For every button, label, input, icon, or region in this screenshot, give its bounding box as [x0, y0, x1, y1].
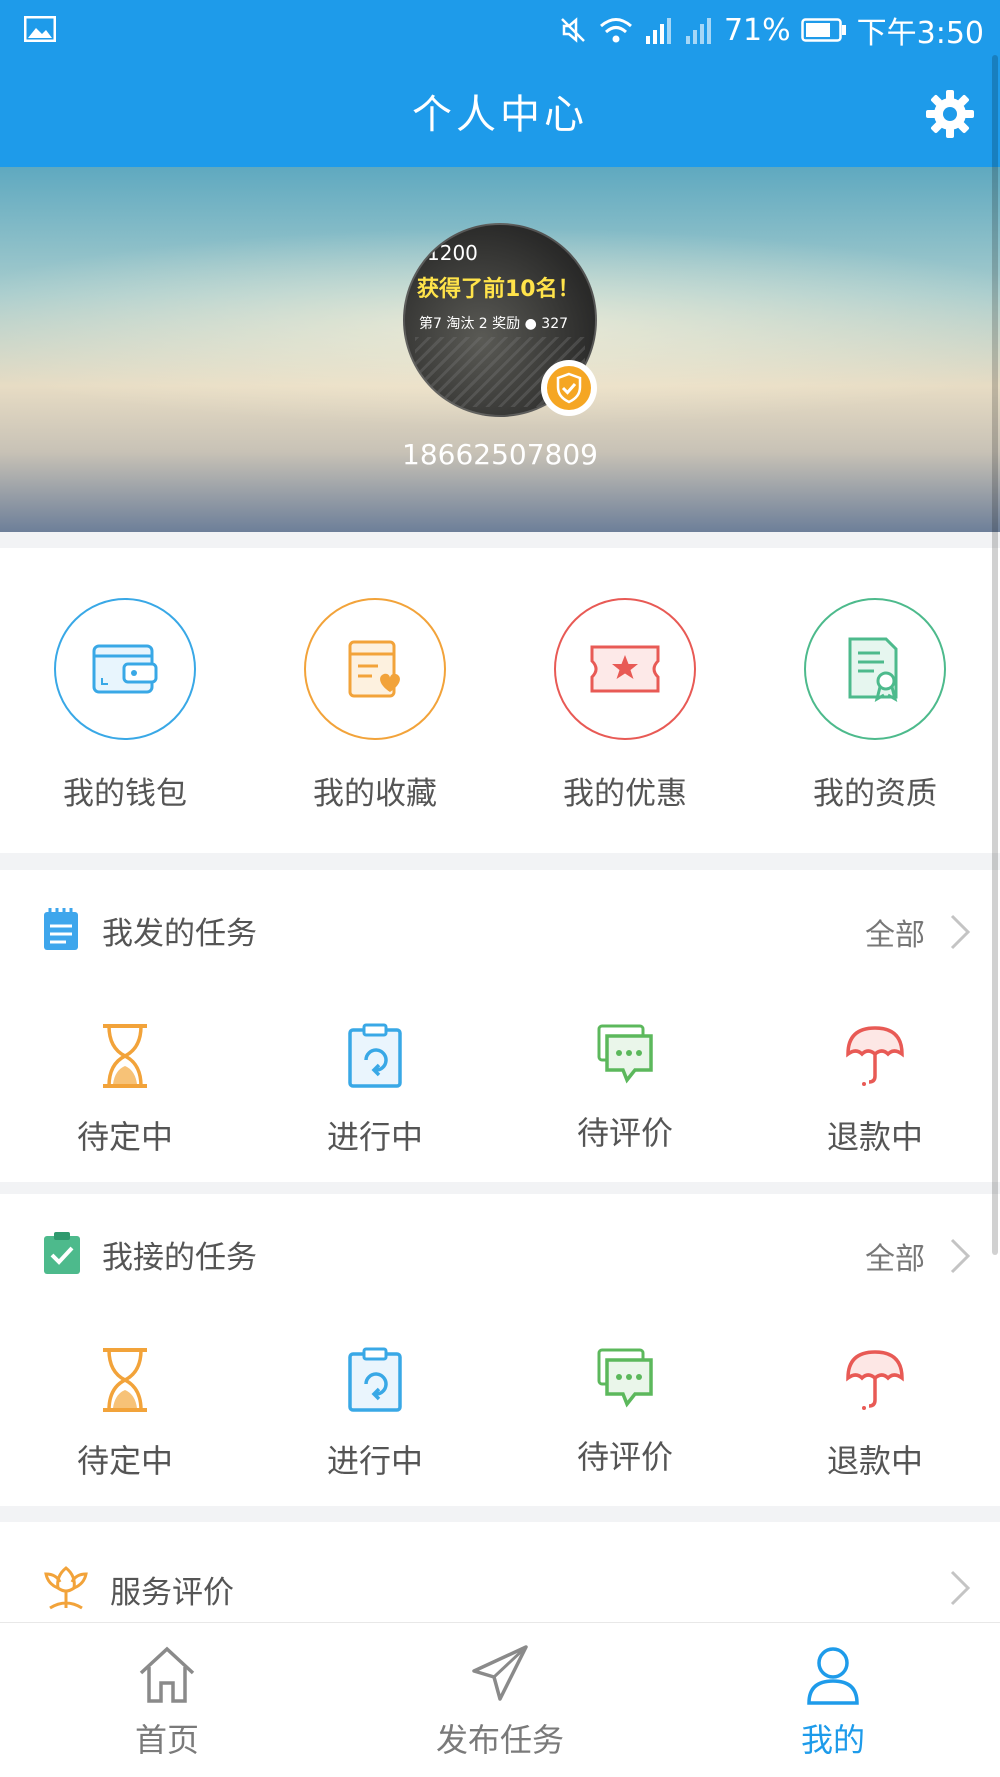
status-label: 待评价 — [576, 1438, 673, 1476]
tab-publish-task-label: 发布任务 — [435, 1721, 564, 1759]
published-tasks-all-link[interactable]: 全部 — [865, 910, 925, 954]
tab-home-label: 首页 — [134, 1721, 199, 1759]
clock: 下午3:50 — [856, 16, 984, 51]
favorites-link[interactable]: 我的收藏 — [250, 598, 500, 813]
umbrella-icon — [846, 1026, 904, 1086]
shield-check-icon — [547, 366, 591, 410]
avatar-text-line1: 1200 — [427, 241, 478, 265]
coupon-label: 我的优惠 — [563, 776, 687, 812]
accepted-tasks-header[interactable]: 我接的任务 全部 — [0, 1194, 1000, 1314]
favorites-label: 我的收藏 — [313, 776, 437, 812]
quick-links: 我的钱包 我的收藏 我的优惠 我的资质 — [0, 548, 1000, 853]
tab-mine-label: 我的 — [800, 1721, 865, 1759]
umbrella-icon — [846, 1350, 904, 1410]
published-status-refunding[interactable]: 退款中 — [750, 1022, 1000, 1158]
app-header: 71% 下午3:50 个人中心 — [0, 0, 1000, 167]
gallery-notification-icon — [24, 16, 56, 42]
profile-banner: 1200 获得了前10名！ 第7 淘汰 2 奖励 ● 327 — [0, 167, 1000, 532]
status-label: 待定中 — [76, 1442, 173, 1480]
wifi-icon — [599, 18, 632, 43]
paper-plane-icon — [472, 1645, 528, 1701]
notepad-icon — [44, 908, 78, 950]
clipboard-check-icon — [44, 1232, 80, 1274]
tab-mine[interactable]: 我的 — [666, 1643, 1000, 1761]
accepted-status-refunding[interactable]: 退款中 — [750, 1346, 1000, 1482]
hourglass-icon — [103, 1024, 147, 1088]
certificate-label: 我的资质 — [813, 776, 937, 812]
accepted-tasks-title: 我接的任务 — [102, 1240, 257, 1276]
battery-percent: 71% — [723, 12, 791, 48]
status-label: 退款中 — [826, 1118, 923, 1156]
status-label: 进行中 — [326, 1118, 423, 1156]
certificate-link[interactable]: 我的资质 — [750, 598, 1000, 813]
settings-gear-icon[interactable] — [924, 88, 976, 140]
published-tasks-card: 我发的任务 全部 待定中 进行中 待评价 退款中 — [0, 870, 1000, 1182]
battery-icon — [800, 18, 846, 42]
chat-icon — [597, 1348, 653, 1408]
accepted-tasks-all-link[interactable]: 全部 — [865, 1234, 925, 1278]
scrollbar[interactable] — [992, 55, 998, 1255]
coupon-link[interactable]: 我的优惠 — [500, 598, 750, 813]
user-icon — [807, 1647, 859, 1705]
mute-icon — [561, 17, 585, 43]
published-status-to-review[interactable]: 待评价 — [500, 1022, 750, 1154]
status-label: 待评价 — [576, 1114, 673, 1152]
published-tasks-header[interactable]: 我发的任务 全部 — [0, 870, 1000, 990]
status-label: 待定中 — [76, 1118, 173, 1156]
accepted-tasks-card: 我接的任务 全部 待定中 进行中 待评价 退款中 — [0, 1194, 1000, 1506]
home-icon — [139, 1646, 195, 1703]
wallet-icon — [54, 598, 196, 740]
published-status-in-progress[interactable]: 进行中 — [250, 1022, 500, 1158]
signal-icon — [645, 18, 671, 44]
accepted-status-pending[interactable]: 待定中 — [0, 1346, 250, 1482]
avatar-text-line3: 第7 淘汰 2 奖励 ● 327 — [419, 316, 569, 332]
published-status-pending[interactable]: 待定中 — [0, 1022, 250, 1158]
chevron-right-icon — [950, 914, 971, 950]
service-review-row[interactable]: 服务评价 — [0, 1522, 1000, 1622]
avatar-text-line2: 获得了前10名！ — [417, 277, 580, 302]
status-label: 退款中 — [826, 1442, 923, 1480]
tab-publish-task[interactable]: 发布任务 — [333, 1643, 667, 1761]
wallet-label: 我的钱包 — [63, 776, 187, 812]
clipboard-refresh-icon — [348, 1023, 402, 1088]
page-title: 个人中心 — [412, 92, 588, 138]
wallet-link[interactable]: 我的钱包 — [0, 598, 250, 813]
tab-home[interactable]: 首页 — [0, 1643, 334, 1761]
hourglass-icon — [103, 1348, 147, 1412]
status-label: 进行中 — [326, 1442, 423, 1480]
certificate-icon — [804, 598, 946, 740]
chevron-right-icon — [950, 1238, 971, 1274]
signal-2-icon — [685, 18, 711, 44]
user-phone: 18662507809 — [402, 438, 598, 471]
service-review-title: 服务评价 — [110, 1575, 234, 1611]
flower-icon — [44, 1566, 88, 1610]
coupon-icon — [554, 598, 696, 740]
clipboard-refresh-icon — [348, 1347, 402, 1412]
chevron-right-icon — [950, 1570, 971, 1606]
chat-icon — [597, 1024, 653, 1084]
accepted-status-to-review[interactable]: 待评价 — [500, 1346, 750, 1478]
bottom-tab-bar: 首页 发布任务 我的 — [0, 1622, 1000, 1777]
published-tasks-title: 我发的任务 — [102, 916, 257, 952]
accepted-status-in-progress[interactable]: 进行中 — [250, 1346, 500, 1482]
status-bar: 71% 下午3:50 — [0, 0, 1000, 60]
verified-badge — [541, 360, 597, 416]
favorites-icon — [304, 598, 446, 740]
